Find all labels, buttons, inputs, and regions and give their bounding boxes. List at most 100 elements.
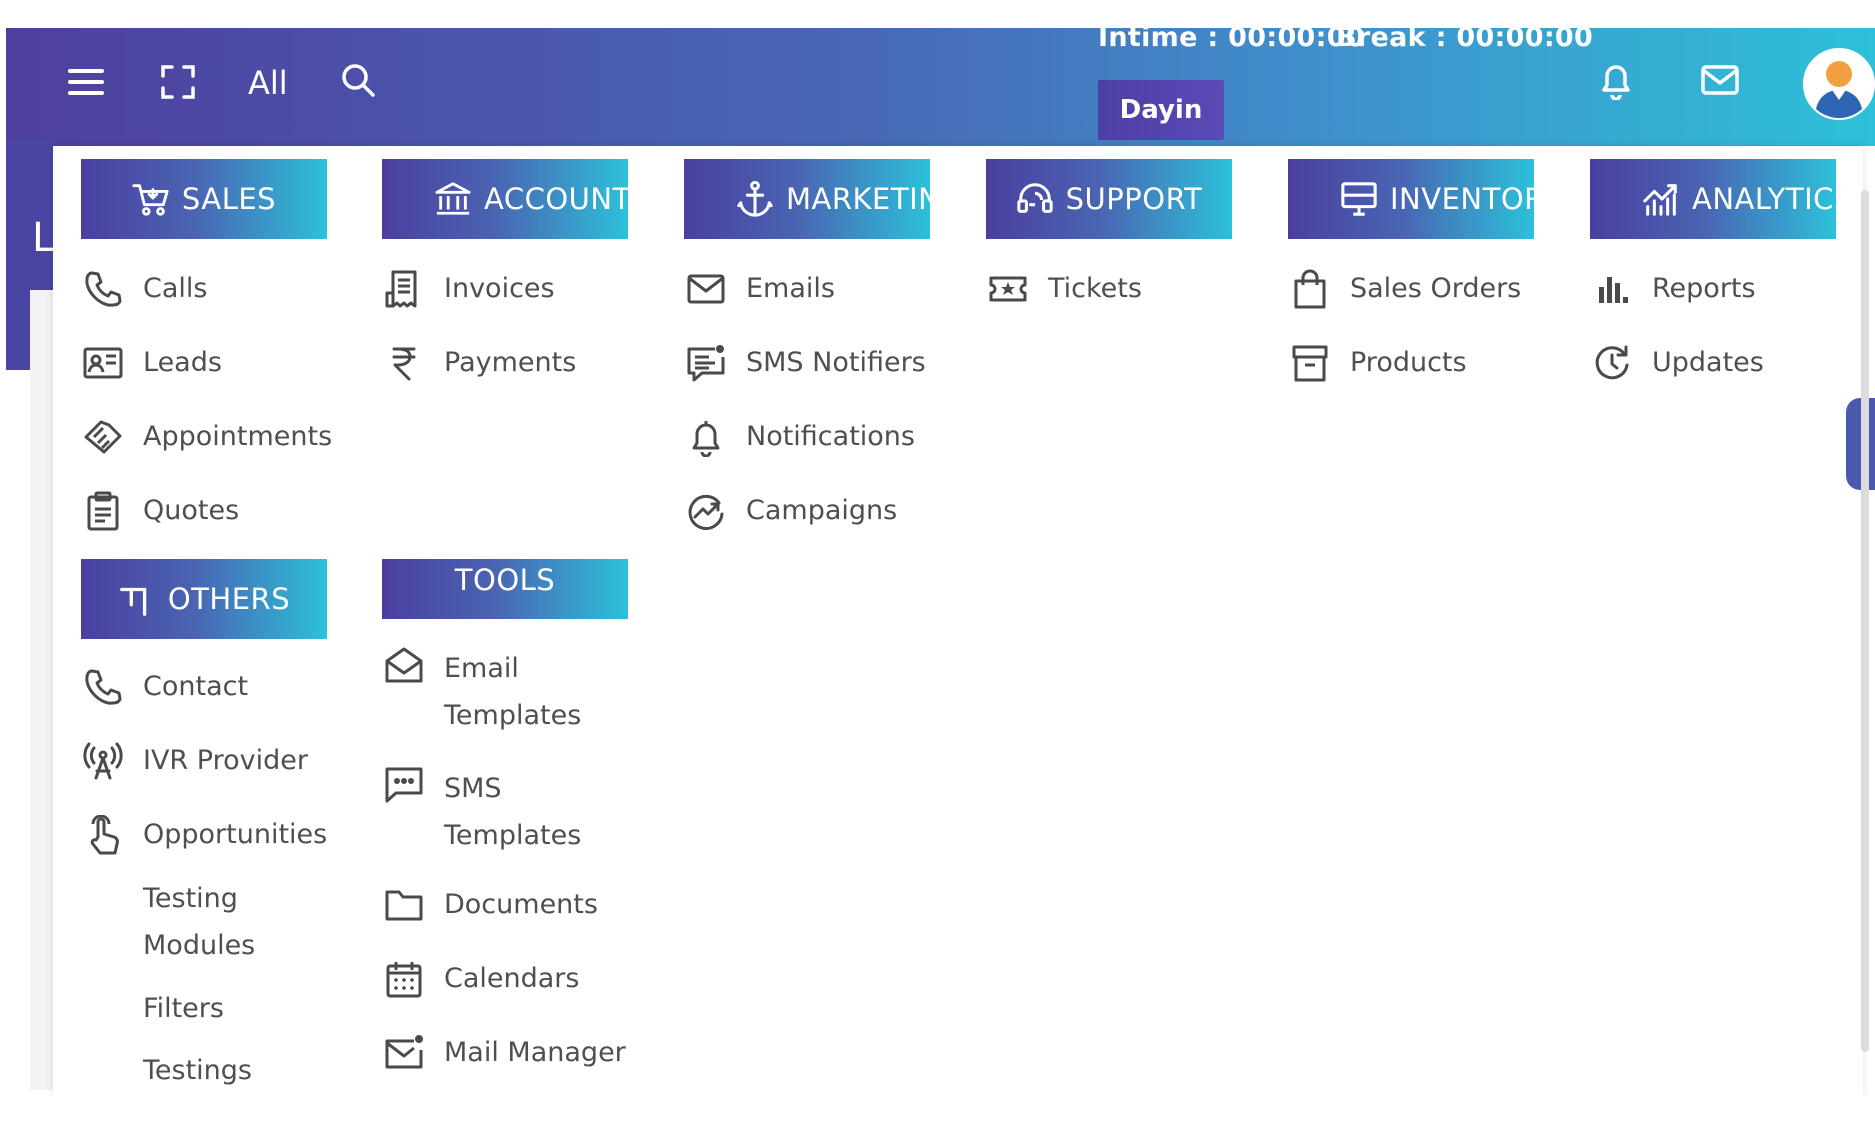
refresh-clock-icon xyxy=(1595,345,1629,380)
envelope-icon xyxy=(687,274,725,304)
menu-item-label: Documents xyxy=(444,889,598,920)
menu-item-notifications[interactable]: Notifications xyxy=(684,417,934,457)
folder-icon xyxy=(385,890,423,921)
mail-icon[interactable] xyxy=(1698,62,1742,98)
antenna-icon xyxy=(83,742,123,780)
menu-item-updates[interactable]: Updates xyxy=(1590,343,1840,383)
menu-icon[interactable] xyxy=(66,64,106,100)
menu-item-leads[interactable]: Leads xyxy=(81,343,331,383)
menu-item-products[interactable]: Products xyxy=(1288,343,1538,383)
menu-item-label: Invoices xyxy=(444,273,555,304)
inventory-header-label: INVENTOR xyxy=(1390,182,1534,216)
rupee-icon xyxy=(392,347,416,381)
intime-timer: Intime : 00:00:00 xyxy=(1098,22,1365,53)
handshake-icon xyxy=(84,420,122,454)
menu-item-label: Contact xyxy=(143,671,249,702)
marketing-header[interactable]: MARKETIN xyxy=(684,159,930,239)
bell-icon[interactable] xyxy=(1596,58,1636,102)
menu-item-label: Sales Orders xyxy=(1350,273,1522,304)
sales-column: SALES Calls Leads Appointments Quotes xyxy=(81,159,333,531)
menu-item-label: Notifications xyxy=(746,421,915,452)
tools-header-label: TOOLS xyxy=(454,563,556,597)
menu-item-reports[interactable]: Reports xyxy=(1590,269,1840,309)
menu-item-ivr-provider[interactable]: IVR Provider xyxy=(81,741,331,781)
scrollbar[interactable] xyxy=(1861,190,1869,1052)
menu-item-sales-orders[interactable]: Sales Orders xyxy=(1288,269,1538,309)
menu-item-documents[interactable]: Documents xyxy=(382,885,632,925)
inventory-header[interactable]: INVENTOR xyxy=(1288,159,1534,239)
menu-item-label: Filters xyxy=(143,993,224,1024)
menu-item-opportunities[interactable]: Opportunities xyxy=(81,815,331,855)
receipt-icon xyxy=(385,270,417,308)
menu-item-tickets[interactable]: Tickets xyxy=(986,269,1236,309)
analytics-header[interactable]: ANALYTICS xyxy=(1590,159,1836,239)
anchor-icon xyxy=(737,180,773,217)
account-header[interactable]: ACCOUNT xyxy=(382,159,628,239)
id-card-icon xyxy=(83,347,123,379)
dayin-button[interactable]: Dayin xyxy=(1098,80,1224,140)
menu-item-label: Calendars xyxy=(444,963,580,994)
menu-item-campaigns[interactable]: Campaigns xyxy=(684,491,934,531)
tools-header[interactable]: TOOLS xyxy=(382,559,628,619)
sales-header[interactable]: SALES xyxy=(81,159,327,239)
menu-item-calendars[interactable]: Calendars xyxy=(382,959,632,999)
sales-header-label: SALES xyxy=(181,182,277,216)
archive-box-icon xyxy=(1292,345,1328,382)
marketing-header-label: MARKETIN xyxy=(786,182,930,216)
menu-item-sms-templates[interactable]: SMS Templates xyxy=(382,765,632,859)
corner-arrow-icon xyxy=(120,587,147,616)
menu-item-label: Products xyxy=(1350,347,1467,378)
shopping-bag-icon xyxy=(1294,269,1326,309)
menu-item-label: Leads xyxy=(143,347,222,378)
others-column: OTHERS Contact IVR Provider Opportunitie… xyxy=(81,559,331,1091)
break-timer: Break : 00:00:00 xyxy=(1336,22,1594,53)
mail-notification-icon xyxy=(385,1035,423,1069)
menu-item-filters[interactable]: Filters xyxy=(81,989,331,1029)
account-header-label: ACCOUNT xyxy=(484,182,628,216)
menu-item-quotes[interactable]: Quotes xyxy=(81,491,331,531)
support-header[interactable]: SUPPORT xyxy=(986,159,1232,239)
menu-item-label: Payments xyxy=(444,347,577,378)
envelope-open-icon xyxy=(385,647,423,683)
fullscreen-icon[interactable] xyxy=(158,62,198,102)
support-header-label: SUPPORT xyxy=(1065,182,1203,216)
menu-item-label: Tickets xyxy=(1048,273,1142,304)
cart-icon xyxy=(132,184,169,216)
menu-item-label: Mail Manager xyxy=(444,1037,626,1068)
menu-item-label: Appointments xyxy=(143,421,333,452)
phone-icon xyxy=(85,271,122,307)
user-avatar[interactable] xyxy=(1803,48,1875,120)
support-column: SUPPORT Tickets xyxy=(986,159,1236,309)
analytics-header-label: ANALYTICS xyxy=(1692,182,1836,216)
chat-lines-icon xyxy=(687,345,725,382)
menu-item-label: SMS Templates xyxy=(444,773,582,851)
clipboard-icon xyxy=(87,491,119,531)
menu-item-payments[interactable]: Payments xyxy=(382,343,632,383)
others-header[interactable]: OTHERS xyxy=(81,559,327,639)
others-header-label: OTHERS xyxy=(167,582,291,616)
menu-item-label: Calls xyxy=(143,273,208,304)
analytics-column: ANALYTICS Reports Updates xyxy=(1590,159,1840,383)
menu-item-label: Reports xyxy=(1652,273,1756,304)
menu-item-label: Emails xyxy=(746,273,835,304)
menu-item-sms-notifiers[interactable]: SMS Notifiers xyxy=(684,343,934,383)
menu-item-label: SMS Notifiers xyxy=(746,347,926,378)
menu-item-calls[interactable]: Calls xyxy=(81,269,331,309)
account-column: ACCOUNT Invoices Payments xyxy=(382,159,632,383)
all-dropdown-button[interactable]: All xyxy=(248,64,288,102)
search-icon[interactable] xyxy=(338,60,378,100)
menu-item-testings[interactable]: Testings xyxy=(81,1051,331,1091)
menu-item-label: Testings xyxy=(143,1055,252,1086)
menu-item-testing-modules[interactable]: Testing Modules xyxy=(81,875,331,969)
chart-trend-icon xyxy=(1643,184,1677,216)
menu-item-label: Opportunities xyxy=(143,819,328,850)
tools-column: TOOLS Email Templates SMS Templates Docu… xyxy=(382,559,632,1073)
menu-item-appointments[interactable]: Appointments xyxy=(81,417,333,457)
menu-item-emails[interactable]: Emails xyxy=(684,269,934,309)
menu-item-invoices[interactable]: Invoices xyxy=(382,269,632,309)
menu-item-email-templates[interactable]: Email Templates xyxy=(382,645,632,739)
menu-item-contact[interactable]: Contact xyxy=(81,667,331,707)
inventory-column: INVENTOR Sales Orders Products xyxy=(1288,159,1538,383)
ticket-star-icon xyxy=(989,276,1027,302)
menu-item-mail-manager[interactable]: Mail Manager xyxy=(382,1033,632,1073)
